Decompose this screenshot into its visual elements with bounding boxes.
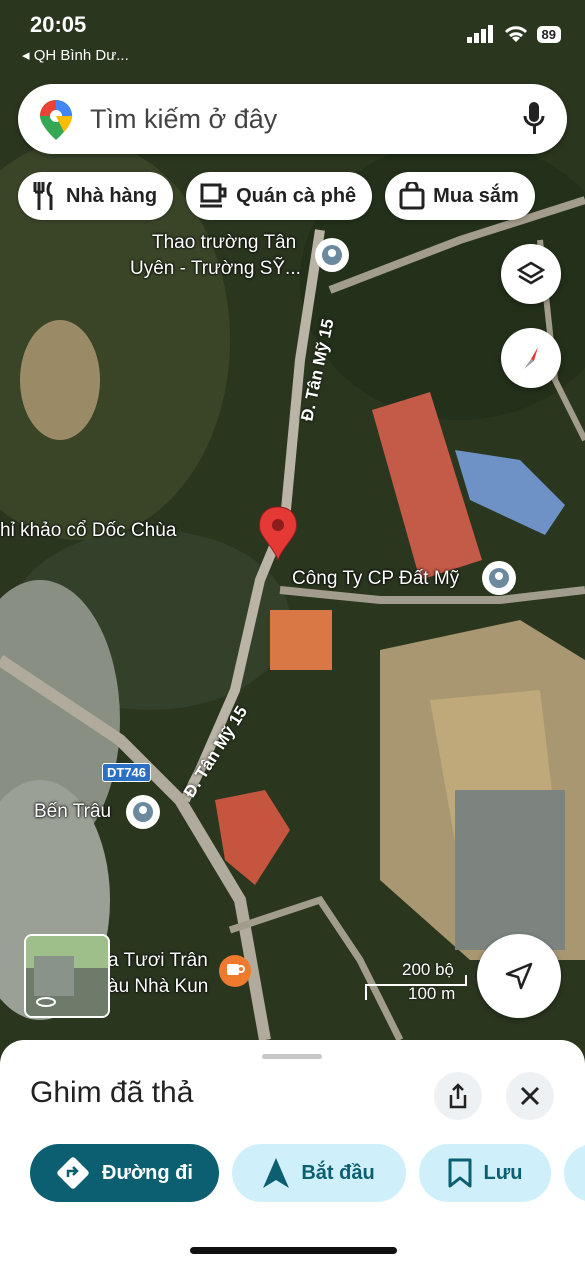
share-icon bbox=[449, 1083, 467, 1109]
place-label[interactable]: Uyên - Trường SỸ... bbox=[130, 258, 301, 280]
place-marker-icon[interactable] bbox=[126, 795, 160, 829]
coffee-cup-icon bbox=[200, 183, 227, 208]
road-shield: DT746 bbox=[102, 763, 152, 782]
back-to-app-link[interactable]: ◂ QH Bình Dư... bbox=[22, 46, 129, 64]
place-label[interactable]: Công Ty CP Đất Mỹ bbox=[292, 568, 459, 590]
chip-restaurants[interactable]: Nhà hàng bbox=[18, 172, 174, 220]
map-scale: 200 bộ 100 m bbox=[364, 960, 455, 1004]
close-button[interactable] bbox=[506, 1072, 554, 1120]
utensils-icon bbox=[33, 182, 53, 210]
layers-button[interactable] bbox=[501, 244, 561, 304]
category-chips: Nhà hàng Quán cà phê Mua sắm bbox=[18, 172, 535, 220]
chip-label: Quán cà phê bbox=[236, 184, 357, 207]
bookmark-icon bbox=[448, 1158, 472, 1188]
clock: 20:05 bbox=[30, 12, 87, 37]
start-label: Bắt đầu bbox=[301, 1161, 375, 1184]
search-placeholder: Tìm kiếm ở đây bbox=[90, 104, 278, 134]
scale-metric: 100 m bbox=[408, 984, 456, 1003]
place-label[interactable]: àu Nhà Kun bbox=[108, 976, 208, 998]
save-button[interactable]: Lưu bbox=[419, 1144, 551, 1202]
place-label[interactable]: a Tươi Trân bbox=[108, 950, 208, 972]
shopping-bag-icon bbox=[399, 182, 425, 210]
microphone-icon[interactable] bbox=[523, 102, 545, 136]
signal-icon bbox=[466, 25, 493, 43]
directions-icon bbox=[57, 1157, 89, 1189]
place-label[interactable]: Thao trường Tân bbox=[152, 232, 296, 254]
action-buttons: Đường đi Bắt đầu Lưu bbox=[30, 1144, 585, 1202]
chip-label: Mua sắm bbox=[433, 184, 519, 207]
more-actions-button[interactable] bbox=[564, 1144, 585, 1202]
street-view-image bbox=[26, 936, 108, 1016]
compass-button[interactable] bbox=[501, 328, 561, 388]
cafe-marker-icon[interactable] bbox=[219, 955, 251, 987]
scale-imperial: 200 bộ bbox=[402, 960, 454, 979]
layers-icon bbox=[517, 261, 545, 285]
place-marker-icon[interactable] bbox=[315, 238, 349, 272]
directions-button[interactable]: Đường đi bbox=[30, 1144, 219, 1202]
status-bar: 20:05 ◂ QH Bình Dư... 89 bbox=[0, 0, 585, 70]
search-bar[interactable]: Tìm kiếm ở đây bbox=[18, 84, 567, 154]
my-location-button[interactable] bbox=[477, 934, 561, 1018]
place-label[interactable]: hỉ khảo cổ Dốc Chùa bbox=[0, 520, 176, 542]
close-icon bbox=[520, 1086, 540, 1106]
wifi-icon bbox=[504, 26, 527, 42]
sheet-handle[interactable] bbox=[262, 1054, 322, 1059]
place-sheet: Ghim đã thả Đường đi Bắt đầu Lưu bbox=[0, 1040, 585, 1266]
navigation-icon bbox=[263, 1158, 290, 1188]
chip-shopping[interactable]: Mua sắm bbox=[385, 172, 535, 220]
start-button[interactable]: Bắt đầu bbox=[232, 1144, 406, 1202]
navigation-arrow-icon bbox=[505, 962, 533, 990]
directions-label: Đường đi bbox=[102, 1161, 193, 1184]
compass-icon bbox=[524, 347, 538, 369]
battery-level: 89 bbox=[536, 25, 561, 43]
maps-logo-icon bbox=[40, 100, 72, 140]
chip-coffee[interactable]: Quán cà phê bbox=[186, 172, 373, 220]
chip-label: Nhà hàng bbox=[66, 184, 158, 207]
place-marker-icon[interactable] bbox=[482, 561, 516, 595]
share-button[interactable] bbox=[434, 1072, 482, 1120]
home-indicator bbox=[190, 1247, 397, 1254]
place-label[interactable]: Bến Trâu bbox=[34, 801, 111, 823]
street-view-thumbnail[interactable] bbox=[24, 934, 110, 1018]
save-label: Lưu bbox=[483, 1161, 523, 1184]
sheet-title: Ghim đã thả bbox=[30, 1076, 194, 1109]
